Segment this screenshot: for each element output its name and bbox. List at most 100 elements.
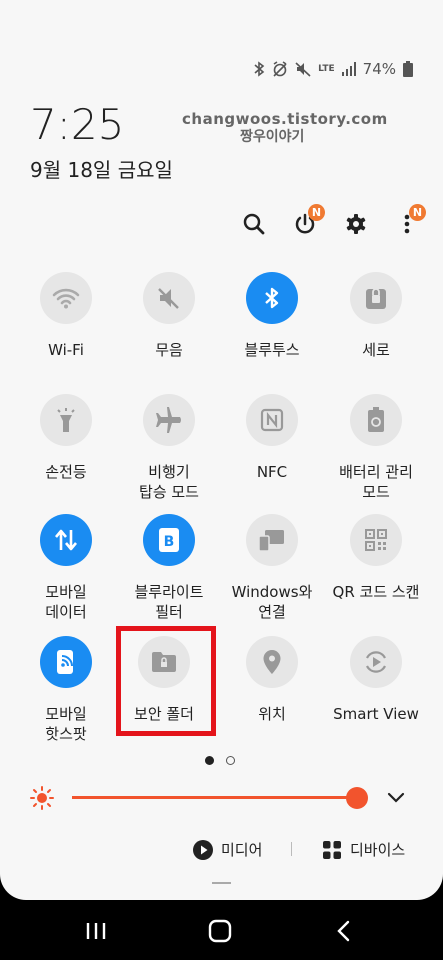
separator [291,842,292,856]
tile-mobile-data[interactable]: 모바일 데이터 [16,514,116,622]
tile-bluetooth[interactable]: 블루투스 [222,272,322,360]
smart-view-toggle[interactable] [350,636,402,688]
mobile-data-icon [55,529,77,551]
hotspot-toggle[interactable] [40,636,92,688]
mute-toggle[interactable] [143,272,195,324]
devices-button[interactable]: 디바이스 [322,839,405,860]
tile-rotation[interactable]: 세로 [326,272,426,360]
tile-label: 세로 [362,341,390,359]
search-icon [243,213,265,235]
play-icon [193,839,213,860]
page-dot[interactable] [226,756,235,765]
bluetooth-status-icon [254,61,265,77]
clock-time: 7:25 [30,100,125,149]
alarm-off-icon [273,61,287,77]
tile-smart-view[interactable]: Smart View [326,636,426,724]
airplane-toggle[interactable] [143,394,195,446]
blue-light-filter-toggle[interactable]: B [143,514,195,566]
back-button[interactable] [330,918,358,944]
nfc-icon [260,408,284,432]
hotspot-icon [57,650,73,674]
location-toggle[interactable] [246,636,298,688]
mute-icon [158,288,179,309]
battery-saver-icon [368,407,384,432]
navigation-bar [0,900,443,960]
battery-saver-toggle[interactable] [350,394,402,446]
tile-label: 비행기 탑승 모드 [139,463,199,501]
media-button[interactable]: 미디어 [193,839,262,860]
devices-icon [323,840,341,859]
nfc-toggle[interactable] [246,394,298,446]
watermark-name: 짱우이야기 [240,129,305,145]
network-type-label: LTE [318,63,335,74]
tile-label: Smart View [333,705,419,723]
more-notification-badge: N [409,204,426,221]
power-notification-badge: N [308,204,325,221]
mute-status-icon [295,62,311,77]
tile-label: 모바일 데이터 [45,583,87,621]
bluetooth-icon [265,287,279,309]
qr-scan-toggle[interactable] [350,514,402,566]
media-button-label: 미디어 [221,841,263,859]
tile-label: 블루라이트 필터 [134,583,204,621]
brightness-slider[interactable] [72,796,360,799]
secure-folder-highlight-box [116,626,216,736]
mobile-data-toggle[interactable] [40,514,92,566]
panel-drag-handle[interactable] [212,882,231,884]
wifi-toggle[interactable] [40,272,92,324]
tile-qr-scan[interactable]: QR 코드 스캔 [326,514,426,602]
search-button[interactable] [236,206,272,242]
airplane-icon [156,407,181,433]
brightness-icon [30,786,54,810]
link-to-windows-icon [258,530,284,552]
location-icon [263,650,281,674]
tile-airplane[interactable]: 비행기 탑승 모드 [119,394,219,502]
status-bar: LTE 74% [253,60,413,78]
wifi-icon [52,288,80,309]
devices-button-label: 디바이스 [350,841,406,859]
tile-label: 무음 [155,341,183,359]
recent-apps-icon [86,923,106,939]
chevron-down-icon[interactable] [386,790,406,804]
tile-mute[interactable]: 무음 [119,272,219,360]
home-icon [208,919,232,943]
signal-icon [341,62,356,76]
gear-icon [346,214,366,234]
battery-percent: 74% [362,60,396,78]
brightness-slider-thumb[interactable] [346,787,368,809]
tile-wifi[interactable]: Wi-Fi [16,272,116,360]
svg-text:B: B [164,534,175,550]
tile-hotspot[interactable]: 모바일 핫스팟 [16,636,116,744]
tile-battery-saver[interactable]: 배터리 관리 모드 [326,394,426,502]
rotation-lock-icon [366,288,386,309]
flashlight-icon [57,408,75,432]
tile-label: NFC [256,463,288,481]
clock-date: 9월 18일 금요일 [30,158,173,182]
bluetooth-toggle[interactable] [246,272,298,324]
rotation-toggle[interactable] [350,272,402,324]
home-button[interactable] [206,918,234,944]
tile-label: Windows와 연결 [231,583,313,621]
tile-blue-light-filter[interactable]: B 블루라이트 필터 [119,514,219,622]
settings-button[interactable] [338,206,374,242]
tile-link-to-windows[interactable]: Windows와 연결 [222,514,322,622]
blue-light-filter-icon: B [159,528,179,552]
tile-label: 손전등 [45,463,87,481]
tile-flashlight[interactable]: 손전등 [16,394,116,482]
link-to-windows-toggle[interactable] [246,514,298,566]
tile-nfc[interactable]: NFC [222,394,322,482]
tile-label: 모바일 핫스팟 [45,705,87,743]
page-dot-active[interactable] [205,756,214,765]
tile-location[interactable]: 위치 [222,636,322,724]
flashlight-toggle[interactable] [40,394,92,446]
tile-label: 블루투스 [244,341,300,359]
qr-code-icon [365,529,387,551]
recent-apps-button[interactable] [82,918,110,944]
battery-icon [403,61,413,77]
page-indicator [205,756,235,765]
quick-settings-panel: LTE 74% 7:25 9월 18일 금요일 changwoos.tistor… [0,0,443,900]
smart-view-icon [366,651,386,673]
back-icon [337,920,350,942]
tile-label: 배터리 관리 모드 [339,463,413,501]
tile-label: QR 코드 스캔 [332,583,420,601]
